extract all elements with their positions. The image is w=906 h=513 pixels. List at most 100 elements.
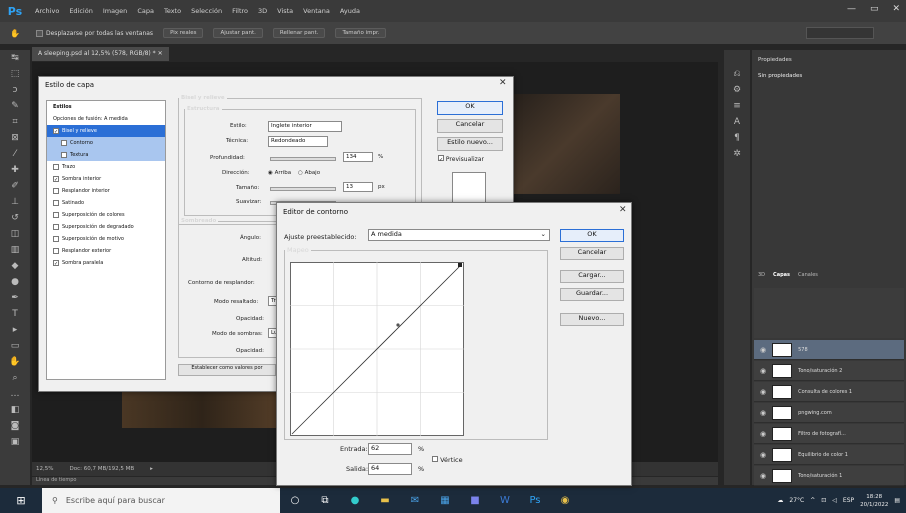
style-checkbox[interactable] bbox=[53, 248, 59, 254]
document-tab[interactable]: A sleeping.psd al 12,5% (578, RGB/8) * ✕ bbox=[32, 47, 169, 61]
path-select-icon[interactable]: ▸ bbox=[0, 322, 30, 338]
workspace-search[interactable] bbox=[806, 27, 874, 39]
volume-icon[interactable]: ◁ bbox=[832, 497, 837, 504]
frame-tool-icon[interactable]: ⊠ bbox=[0, 130, 30, 146]
cortana-icon[interactable]: ○ bbox=[280, 488, 310, 513]
style-checkbox[interactable] bbox=[53, 188, 59, 194]
layer-row[interactable]: ◉ pngwing.com bbox=[754, 403, 904, 423]
weather-temp[interactable]: 27°C bbox=[789, 497, 804, 504]
visibility-eye-icon[interactable]: ◉ bbox=[760, 409, 766, 417]
style-select[interactable]: Inglete interior bbox=[268, 121, 342, 132]
contour-cancel-button[interactable]: Cancelar bbox=[560, 247, 624, 260]
contour-save-button[interactable]: Guardar... bbox=[560, 288, 624, 301]
files-icon[interactable]: ▬ bbox=[370, 488, 400, 513]
brush-panel-icon[interactable]: ≡ bbox=[724, 98, 750, 114]
style-item[interactable]: Superposición de degradado bbox=[47, 221, 165, 233]
marquee-tool-icon[interactable]: ⬚ bbox=[0, 66, 30, 82]
layer-row[interactable]: ◉ Tono/saturación 2 bbox=[754, 361, 904, 381]
windows-start-icon[interactable]: ⊞ bbox=[0, 494, 42, 507]
contour-graph[interactable] bbox=[290, 262, 464, 436]
status-arrow-icon[interactable]: ▸ bbox=[150, 466, 153, 472]
zoom-tool-icon[interactable]: ⌕ bbox=[0, 370, 30, 386]
visibility-eye-icon[interactable]: ◉ bbox=[760, 430, 766, 438]
paragraph-panel-icon[interactable]: ¶ bbox=[724, 130, 750, 146]
style-checkbox[interactable] bbox=[53, 212, 59, 218]
language-indicator[interactable]: ESP bbox=[843, 497, 854, 504]
menu-item-3[interactable]: Capa bbox=[132, 7, 159, 15]
fit-screen-button[interactable]: Ajustar pant. bbox=[213, 28, 263, 38]
contour-ok-button[interactable]: OK bbox=[560, 229, 624, 242]
menu-item-9[interactable]: Ventana bbox=[298, 7, 335, 15]
stamp-tool-icon[interactable]: ⊥ bbox=[0, 194, 30, 210]
history-panel-icon[interactable]: ⎌ bbox=[724, 66, 750, 82]
direction-up-radio[interactable]: ◉ Arriba bbox=[268, 170, 291, 176]
scroll-all-checkbox[interactable] bbox=[36, 29, 43, 37]
scroll-all-option[interactable]: Desplazarse por todas las ventanas bbox=[36, 29, 153, 37]
style-checkbox[interactable] bbox=[53, 260, 59, 266]
style-checkbox[interactable] bbox=[61, 152, 67, 158]
hand-tool-icon[interactable]: ✋ bbox=[0, 354, 30, 370]
weather-icon[interactable]: ☁ bbox=[777, 497, 783, 504]
tools-presets-icon[interactable]: ✲ bbox=[724, 146, 750, 162]
minimize-button[interactable]: — bbox=[847, 4, 856, 14]
character-panel-icon[interactable]: A bbox=[724, 114, 750, 130]
menu-item-2[interactable]: Imagen bbox=[98, 7, 132, 15]
style-checkbox[interactable] bbox=[53, 128, 59, 134]
style-item[interactable]: Superposición de colores bbox=[47, 209, 165, 221]
layer-row[interactable]: ◉ Consulta de colores 1 bbox=[754, 382, 904, 402]
visibility-eye-icon[interactable]: ◉ bbox=[760, 472, 766, 480]
style-item[interactable]: Trazo bbox=[47, 161, 165, 173]
more-tools-icon[interactable]: … bbox=[0, 386, 30, 402]
menu-item-6[interactable]: Filtro bbox=[227, 7, 253, 15]
cancel-button[interactable]: Cancelar bbox=[437, 119, 503, 133]
quick-select-tool-icon[interactable]: ✎ bbox=[0, 98, 30, 114]
output-value[interactable]: 64 bbox=[368, 463, 412, 475]
visibility-eye-icon[interactable]: ◉ bbox=[760, 346, 766, 354]
menu-item-1[interactable]: Edición bbox=[64, 7, 98, 15]
eyedropper-tool-icon[interactable]: ⁄ bbox=[0, 146, 30, 162]
close-button[interactable]: ✕ bbox=[892, 4, 900, 14]
blur-tool-icon[interactable]: ◆ bbox=[0, 258, 30, 274]
photoshop-taskbar-icon[interactable]: Ps bbox=[520, 488, 550, 513]
shape-tool-icon[interactable]: ▭ bbox=[0, 338, 30, 354]
make-default-button[interactable]: Establecer como valores por bbox=[178, 364, 276, 376]
network-icon[interactable]: ⊡ bbox=[821, 497, 826, 504]
style-checkbox[interactable] bbox=[53, 200, 59, 206]
style-checkbox[interactable] bbox=[53, 176, 59, 182]
style-item[interactable]: Sombra paralela bbox=[47, 257, 165, 269]
word-icon[interactable]: W bbox=[490, 488, 520, 513]
visibility-eye-icon[interactable]: ◉ bbox=[760, 451, 766, 459]
menu-item-4[interactable]: Texto bbox=[159, 7, 186, 15]
chrome-icon[interactable]: ◉ bbox=[550, 488, 580, 513]
style-item[interactable]: Opciones de fusión: A medida bbox=[47, 113, 165, 125]
style-checkbox[interactable] bbox=[61, 140, 67, 146]
depth-slider[interactable] bbox=[270, 157, 336, 161]
quick-mask-icon[interactable]: ◙ bbox=[0, 418, 30, 434]
menu-item-7[interactable]: 3D bbox=[253, 7, 272, 15]
depth-input[interactable]: 134 bbox=[343, 152, 373, 162]
contour-endpoint[interactable] bbox=[458, 263, 462, 267]
menu-item-10[interactable]: Ayuda bbox=[335, 7, 365, 15]
style-item[interactable]: Resplandor interior bbox=[47, 185, 165, 197]
contour-new-button[interactable]: Nuevo... bbox=[560, 313, 624, 326]
tab-channels[interactable]: Canales bbox=[798, 272, 818, 284]
corner-checkbox[interactable]: Vértice bbox=[432, 456, 463, 464]
style-item[interactable]: Textura bbox=[47, 149, 165, 161]
maximize-button[interactable]: ▭ bbox=[870, 4, 879, 14]
tab-3d[interactable]: 3D bbox=[758, 272, 765, 284]
style-item[interactable]: Sombra interior bbox=[47, 173, 165, 185]
direction-down-radio[interactable]: ○ Abajo bbox=[298, 170, 320, 176]
tray-chevron-icon[interactable]: ^ bbox=[810, 497, 815, 504]
style-item[interactable]: Superposición de motivo bbox=[47, 233, 165, 245]
visibility-eye-icon[interactable]: ◉ bbox=[760, 388, 766, 396]
style-item[interactable]: Estilos bbox=[47, 101, 165, 113]
layer-row[interactable]: ◉ Tono/saturación 1 bbox=[754, 466, 904, 486]
preset-select[interactable]: A medida ⌄ bbox=[368, 229, 550, 241]
style-checkbox[interactable] bbox=[53, 164, 59, 170]
pen-tool-icon[interactable]: ✒ bbox=[0, 290, 30, 306]
menu-item-0[interactable]: Archivo bbox=[30, 7, 64, 15]
input-value[interactable]: 62 bbox=[368, 443, 412, 455]
zoom-level[interactable]: 12,5% bbox=[36, 466, 53, 472]
color-swatches-icon[interactable]: ◧ bbox=[0, 402, 30, 418]
layer-row[interactable]: ◉ Equilibrio de color 1 bbox=[754, 445, 904, 465]
